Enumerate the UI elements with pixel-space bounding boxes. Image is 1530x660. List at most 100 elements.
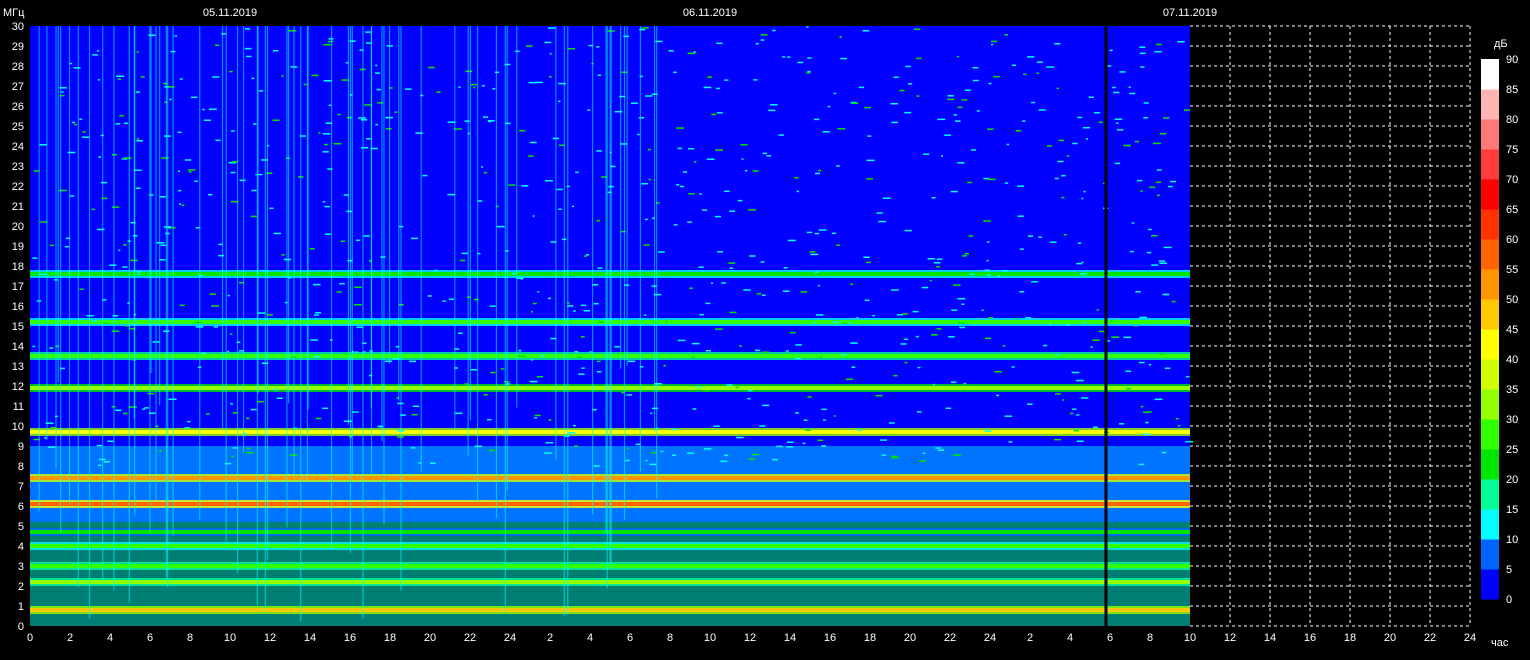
noise-speck bbox=[929, 279, 932, 282]
noise-speck bbox=[875, 394, 883, 397]
noise-speck bbox=[676, 184, 680, 186]
noise-speck bbox=[82, 131, 86, 133]
noise-speck bbox=[1123, 336, 1132, 339]
noise-speck bbox=[548, 419, 552, 421]
noise-speck bbox=[404, 88, 412, 90]
noise-speck bbox=[850, 342, 858, 344]
noise-speck bbox=[255, 173, 263, 176]
noise-speck bbox=[212, 76, 220, 78]
noise-speck bbox=[102, 322, 109, 325]
colorbar-segment bbox=[1481, 509, 1499, 540]
noise-speck bbox=[1027, 235, 1034, 237]
noise-speck bbox=[833, 92, 837, 95]
noise-speck bbox=[699, 313, 704, 316]
date-label: 06.11.2019 bbox=[683, 7, 737, 19]
y-tick-label: 23 bbox=[12, 161, 24, 173]
noise-speck bbox=[1164, 367, 1171, 369]
noise-speck bbox=[1142, 411, 1149, 414]
noise-speck bbox=[713, 425, 720, 427]
interference-streak bbox=[236, 26, 239, 574]
noise-speck bbox=[786, 441, 794, 443]
noise-speck bbox=[647, 148, 652, 151]
noise-speck bbox=[1093, 426, 1098, 428]
noise-speck bbox=[968, 273, 975, 276]
noise-speck bbox=[79, 118, 83, 121]
noise-speck bbox=[411, 413, 418, 416]
noise-speck bbox=[968, 235, 974, 237]
noise-speck bbox=[322, 151, 329, 153]
noise-speck bbox=[651, 452, 657, 454]
noise-speck bbox=[796, 190, 800, 193]
interference-streak bbox=[347, 26, 350, 425]
noise-speck bbox=[1058, 139, 1064, 142]
noise-speck bbox=[194, 180, 198, 183]
noise-speck bbox=[840, 57, 847, 60]
noise-speck bbox=[49, 347, 54, 349]
noise-speck bbox=[620, 143, 628, 145]
interference-streak bbox=[495, 26, 498, 519]
noise-speck bbox=[116, 75, 125, 78]
noise-speck bbox=[202, 352, 206, 355]
noise-speck bbox=[818, 169, 822, 172]
noise-speck bbox=[1072, 142, 1078, 145]
x-tick-label: 24 bbox=[504, 632, 516, 644]
noise-speck bbox=[863, 256, 870, 258]
noise-speck bbox=[481, 166, 484, 168]
noise-speck bbox=[366, 138, 371, 140]
noise-speck bbox=[957, 162, 965, 164]
noise-speck bbox=[227, 294, 231, 297]
noise-speck bbox=[140, 76, 145, 78]
noise-speck bbox=[817, 439, 824, 442]
noise-speck bbox=[436, 91, 441, 93]
noise-speck bbox=[1125, 370, 1132, 373]
noise-speck bbox=[544, 41, 552, 44]
noise-speck bbox=[761, 294, 766, 297]
noise-speck bbox=[137, 273, 141, 275]
noise-speck bbox=[1168, 185, 1173, 188]
noise-speck bbox=[1151, 264, 1159, 266]
colorbar-tick-label: 65 bbox=[1506, 204, 1518, 216]
noise-speck bbox=[972, 79, 979, 82]
x-tick-label: 2 bbox=[547, 632, 553, 644]
noise-speck bbox=[207, 193, 213, 196]
interference-streak bbox=[167, 26, 169, 588]
noise-speck bbox=[693, 161, 697, 163]
noise-speck bbox=[1116, 122, 1119, 124]
y-tick-label: 16 bbox=[12, 301, 24, 313]
y-tick-label: 27 bbox=[12, 81, 24, 93]
y-tick-label: 4 bbox=[18, 541, 24, 553]
x-tick-label: 8 bbox=[667, 632, 673, 644]
noise-speck bbox=[1017, 185, 1024, 187]
noise-speck bbox=[794, 177, 799, 179]
noise-speck bbox=[261, 269, 265, 272]
noise-speck bbox=[789, 331, 796, 334]
noise-speck bbox=[273, 232, 282, 235]
x-tick-label: 4 bbox=[1067, 632, 1073, 644]
noise-speck bbox=[103, 461, 111, 463]
colorbar-segment bbox=[1481, 389, 1499, 420]
x-tick-label: 22 bbox=[464, 632, 476, 644]
noise-speck bbox=[803, 419, 808, 422]
noise-speck bbox=[583, 310, 591, 312]
noise-speck bbox=[592, 284, 599, 286]
noise-speck bbox=[795, 344, 802, 346]
noise-speck bbox=[705, 302, 711, 305]
noise-speck bbox=[354, 286, 362, 289]
noise-speck bbox=[354, 303, 362, 306]
noise-speck bbox=[115, 409, 122, 412]
noise-speck bbox=[748, 209, 756, 211]
noise-speck bbox=[356, 326, 363, 329]
x-tick-label: 16 bbox=[344, 632, 356, 644]
noise-speck bbox=[1027, 403, 1033, 405]
x-tick-label: 10 bbox=[224, 632, 236, 644]
noise-speck bbox=[930, 334, 938, 336]
noise-speck bbox=[1065, 324, 1071, 326]
interference-streak bbox=[330, 26, 333, 550]
noise-speck bbox=[739, 345, 743, 347]
noise-speck bbox=[657, 251, 665, 253]
noise-speck bbox=[857, 429, 862, 432]
interference-streak bbox=[504, 26, 506, 613]
noise-speck bbox=[328, 104, 332, 107]
noise-speck bbox=[707, 76, 712, 78]
noise-speck bbox=[1049, 323, 1052, 326]
